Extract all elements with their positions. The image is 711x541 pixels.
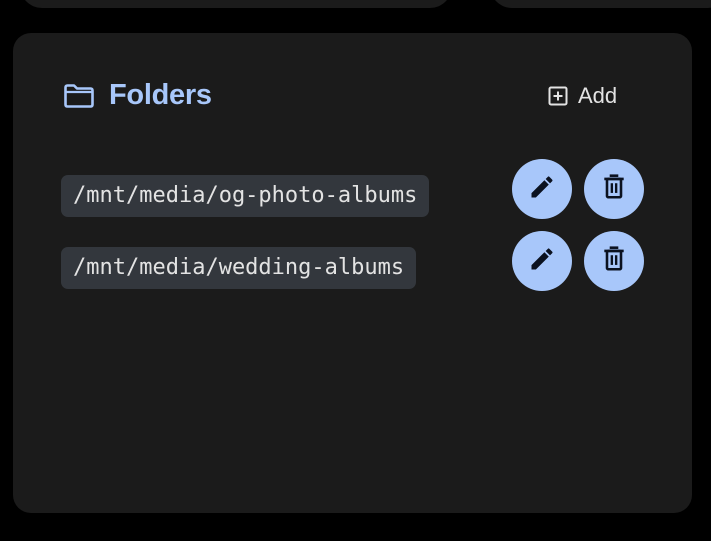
folder-icon <box>63 83 95 109</box>
folder-row: /mnt/media/og-photo-albums <box>61 159 661 219</box>
trash-icon <box>601 245 627 278</box>
pencil-icon <box>528 245 556 278</box>
plus-box-icon <box>548 86 568 106</box>
previous-card-bottom-edge-right <box>490 0 711 8</box>
folder-path-chip: /mnt/media/og-photo-albums <box>61 175 430 217</box>
edit-folder-button[interactable] <box>512 231 572 291</box>
trash-icon <box>601 173 627 206</box>
folder-row: /mnt/media/wedding-albums <box>61 231 661 291</box>
previous-card-bottom-edge <box>20 0 452 8</box>
edit-folder-button[interactable] <box>512 159 572 219</box>
folders-header: Folders <box>63 79 212 112</box>
card-title: Folders <box>109 79 212 111</box>
folders-card: Folders Add /mnt/media/og-photo-albums /… <box>13 33 692 513</box>
delete-folder-button[interactable] <box>584 159 644 219</box>
folder-path-chip: /mnt/media/wedding-albums <box>61 247 417 289</box>
add-button-label: Add <box>578 83 618 108</box>
delete-folder-button[interactable] <box>584 231 644 291</box>
add-folder-button[interactable]: Add <box>548 83 617 109</box>
pencil-icon <box>528 173 556 206</box>
